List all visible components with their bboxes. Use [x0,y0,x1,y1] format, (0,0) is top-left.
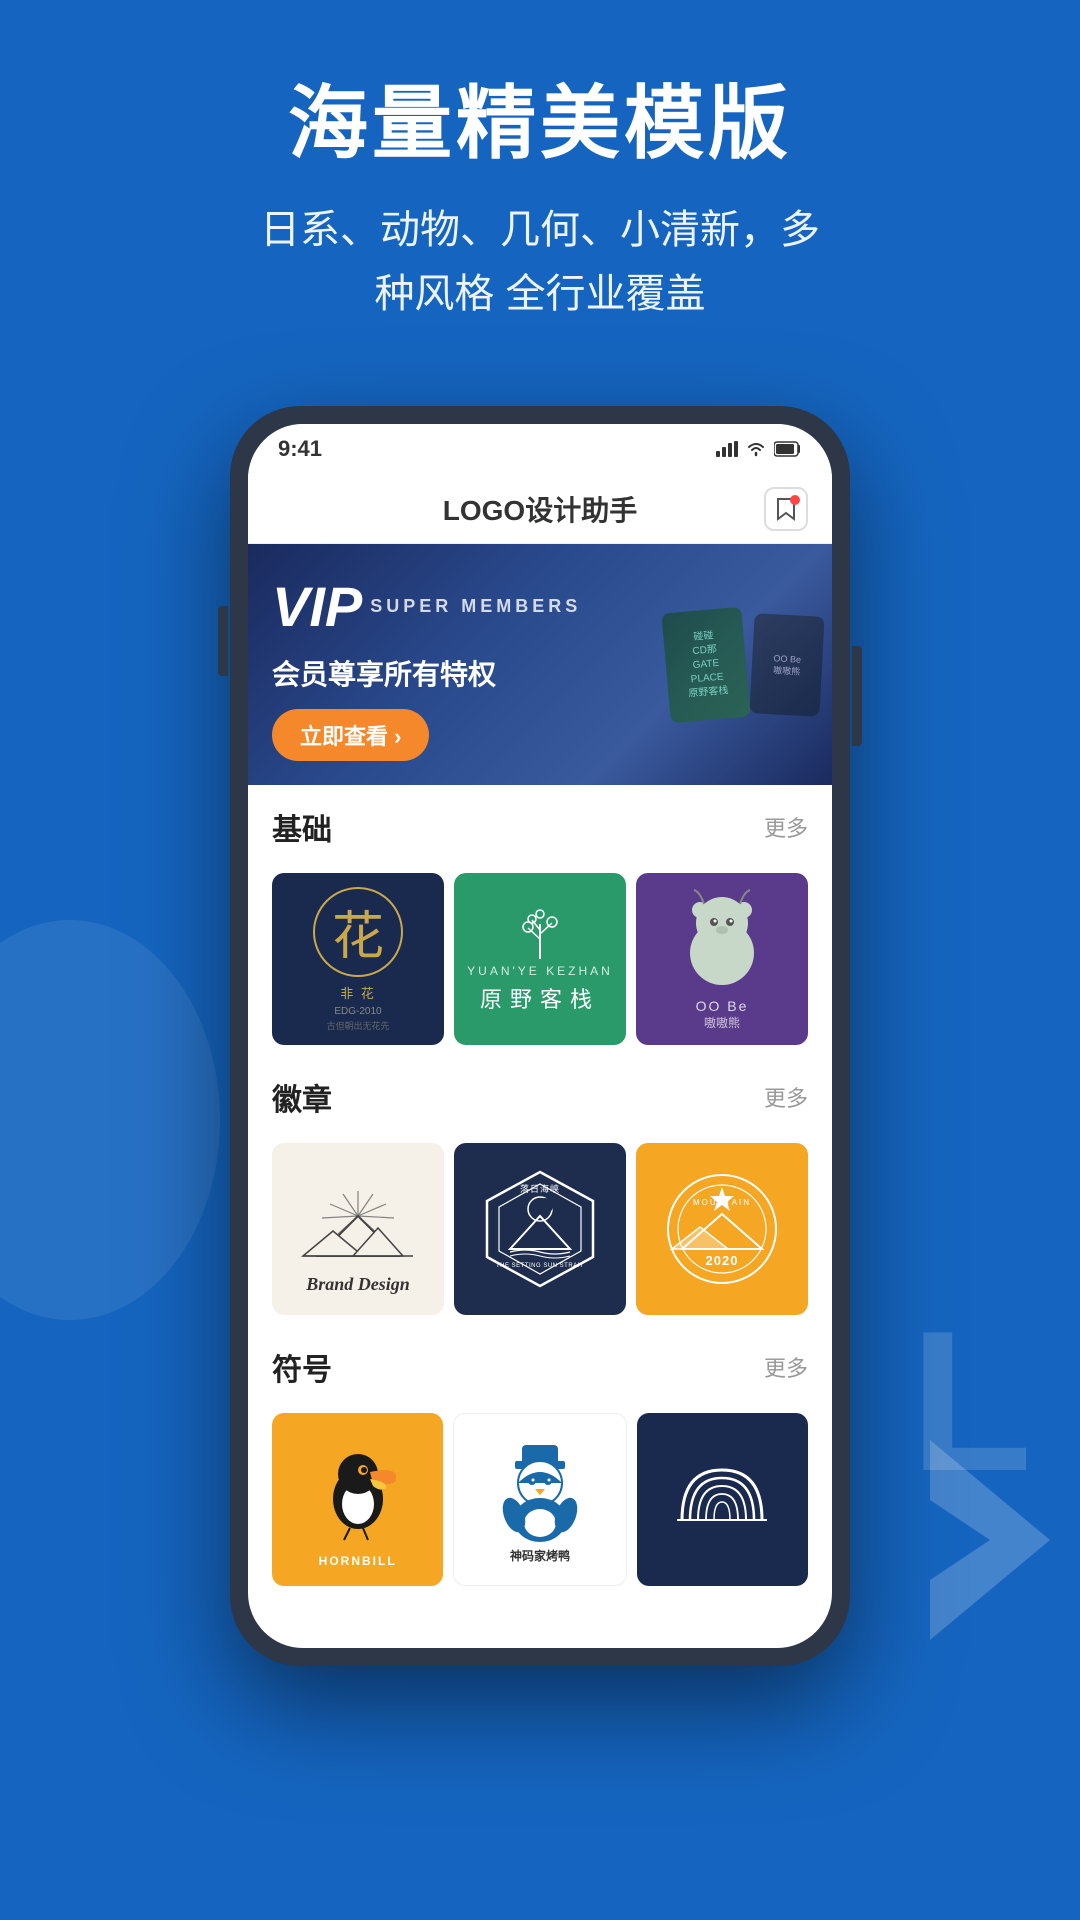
app-bar: LOGO设计助手 [248,474,832,544]
svg-text:2020: 2020 [706,1253,739,1268]
symbol-section-title: 符号 [272,1345,332,1389]
animal-character-icon [672,888,772,998]
app-title: LOGO设计助手 [443,489,637,529]
scroll-content: 碰碰CD那GATEPLACE原野客栈 OO Be嗷嗷熊 VIP SUPER ME… [248,544,832,1648]
symbol-section-header: 符号 更多 [248,1325,832,1413]
brand-design-text: Brand Design [306,1274,410,1295]
battery-icon [774,441,802,457]
template-card-luorihaix ia[interactable]: 落日海峡 THE SETTING SUN STRAIT [454,1143,626,1315]
wifi-icon [746,441,766,457]
template-card-hornbill[interactable]: HORNBILL [272,1413,443,1586]
symbol-template-grid: HORNBILL [248,1413,832,1586]
badge-section-header: 徽章 更多 [248,1055,832,1143]
template-card-brand-design[interactable]: Brand Design [272,1143,444,1315]
basic-template-grid: 花 非 花 EDG-2010 古但朝出无花先 [248,873,832,1045]
status-bar: 9:41 [248,424,832,474]
svg-text:THE SETTING SUN STRAIT: THE SETTING SUN STRAIT [496,1263,584,1269]
basic-section-header: 基础 更多 [248,785,832,873]
vip-super-label: SUPER MEMBERS [370,594,581,619]
header: 海量精美模版 日系、动物、几何、小清新，多 种风格 全行业覆盖 [0,0,1080,366]
hexagon-badge-icon: 落日海峡 THE SETTING SUN STRAIT [475,1164,605,1294]
main-title: 海量精美模版 [0,80,1080,168]
subtitle: 日系、动物、几何、小清新，多 种风格 全行业覆盖 [0,198,1080,326]
badge-template-grid: Brand Design [248,1143,832,1315]
penguin-icon [490,1435,590,1545]
template-card-yuanye[interactable]: YUAN'YE KEZHAN 原野客栈 [454,873,626,1045]
basic-more-button[interactable]: 更多 [764,811,808,843]
toucan-icon [308,1444,408,1554]
concentric-icon [662,1440,782,1560]
mountain-badge-icon: 2020 MOUNTAIN [662,1169,782,1289]
mountain-rays-icon [298,1186,418,1266]
status-icons [716,441,802,457]
template-card-animal[interactable]: OO Be 嗷嗷熊 [636,873,808,1045]
basic-section-title: 基础 [272,805,332,849]
symbol-more-button[interactable]: 更多 [764,1351,808,1383]
vip-label: VIP [272,574,362,639]
vip-cta-button[interactable]: 立即查看 › [272,709,429,761]
phone-mockup: 9:41 [0,406,1080,1666]
phone-screen: 9:41 [248,424,832,1648]
badge-more-button[interactable]: 更多 [764,1081,808,1113]
svg-text:MOUNTAIN: MOUNTAIN [693,1198,751,1207]
template-card-flower[interactable]: 花 非 花 EDG-2010 古但朝出无花先 [272,873,444,1045]
badge-section-title: 徽章 [272,1075,332,1119]
template-card-mountain-2020[interactable]: 2020 MOUNTAIN [636,1143,808,1315]
plant-icon [510,904,570,964]
vip-banner[interactable]: 碰碰CD那GATEPLACE原野客栈 OO Be嗷嗷熊 VIP SUPER ME… [248,544,832,785]
notification-dot [790,495,800,505]
template-card-penguin[interactable]: 神码家烤鸭 [453,1413,626,1586]
phone-frame: 9:41 [230,406,850,1666]
notification-button[interactable] [764,487,808,531]
signal-icon [716,441,738,457]
svg-text:落日海峡: 落日海峡 [520,1183,560,1194]
status-time: 9:41 [278,436,322,462]
template-card-concentric[interactable] [637,1413,808,1586]
